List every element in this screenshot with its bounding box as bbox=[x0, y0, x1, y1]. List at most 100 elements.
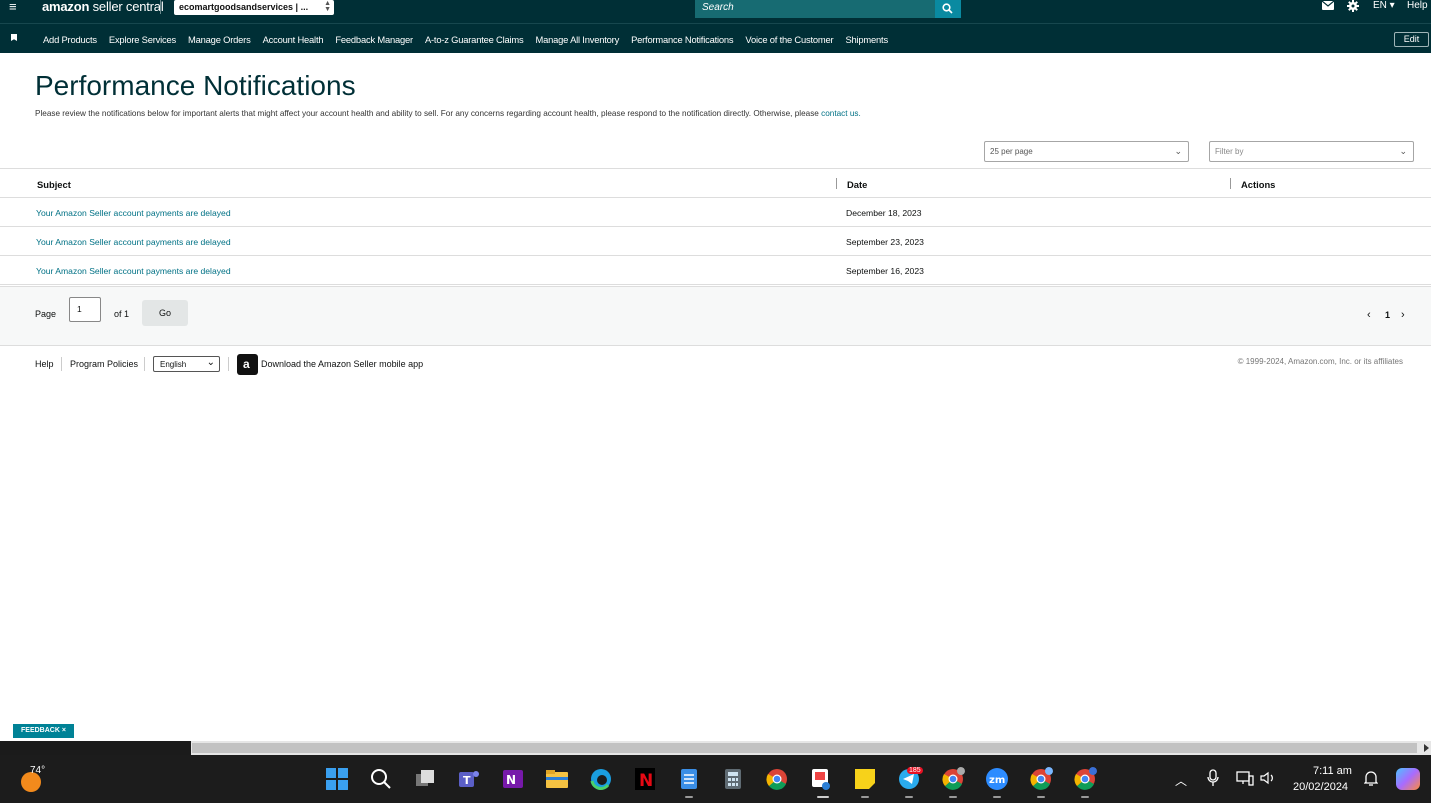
running-indicator bbox=[1081, 796, 1089, 798]
column-divider bbox=[1230, 178, 1231, 189]
amazon-app-icon[interactable] bbox=[237, 354, 258, 375]
chrome-profile-icon[interactable] bbox=[1029, 767, 1053, 791]
notification-date: September 16, 2023 bbox=[846, 266, 924, 276]
clock-time[interactable]: 7:11 am bbox=[1313, 765, 1352, 777]
nav-feedback-manager[interactable]: Feedback Manager bbox=[335, 34, 413, 45]
weather-temperature[interactable]: 74° bbox=[30, 765, 45, 776]
running-indicator bbox=[949, 796, 957, 798]
clock-date[interactable]: 20/02/2024 bbox=[1293, 781, 1348, 793]
nav-account-health[interactable]: Account Health bbox=[263, 34, 324, 45]
updown-arrows-icon: ▲ ▼ bbox=[324, 0, 331, 13]
filter-select[interactable]: Filter by ⌄ bbox=[1209, 141, 1414, 162]
chrome-icon[interactable] bbox=[765, 767, 789, 791]
edge-browser-icon[interactable] bbox=[589, 767, 613, 791]
settings-gear-icon[interactable] bbox=[1347, 0, 1359, 12]
nav-explore-services[interactable]: Explore Services bbox=[109, 34, 176, 45]
telegram-unread-badge: 185 bbox=[907, 767, 923, 774]
active-indicator bbox=[817, 796, 829, 798]
current-page-number[interactable]: 1 bbox=[1385, 310, 1390, 320]
table-row: Your Amazon Seller account payments are … bbox=[0, 227, 1431, 256]
chevron-left-icon[interactable]: ‹ bbox=[1367, 309, 1371, 321]
nav-performance-notifications[interactable]: Performance Notifications bbox=[631, 34, 734, 45]
chevron-down-icon: ⌄ bbox=[1174, 146, 1182, 156]
amazon-seller-central-logo[interactable]: amazon seller central bbox=[42, 0, 164, 14]
scrollbar-thumb[interactable] bbox=[192, 743, 1417, 753]
chrome-profile-icon[interactable] bbox=[1073, 767, 1097, 791]
mail-icon[interactable] bbox=[1322, 1, 1334, 11]
header-divider bbox=[160, 0, 161, 14]
hamburger-menu-icon[interactable]: ≡ bbox=[9, 0, 21, 13]
footer-language-select[interactable]: English ⌄ bbox=[153, 356, 220, 372]
column-subject[interactable]: Subject bbox=[37, 179, 71, 190]
footer-help-link[interactable]: Help bbox=[35, 359, 54, 369]
scroll-right-arrow-icon[interactable] bbox=[1424, 744, 1429, 752]
running-indicator bbox=[993, 796, 1001, 798]
notification-bell-icon[interactable] bbox=[1364, 770, 1378, 786]
column-divider bbox=[836, 178, 837, 189]
svg-text:N: N bbox=[639, 771, 653, 791]
teams-icon[interactable]: T bbox=[457, 767, 481, 791]
copyright: © 1999-2024, Amazon.com, Inc. or its aff… bbox=[1237, 357, 1403, 366]
scrollbar-track-left bbox=[0, 741, 191, 755]
go-button[interactable]: Go bbox=[142, 300, 188, 326]
edit-nav-button[interactable]: Edit bbox=[1394, 32, 1429, 47]
column-actions: Actions bbox=[1241, 179, 1276, 190]
nav-voice-of-customer[interactable]: Voice of the Customer bbox=[745, 34, 833, 45]
copilot-icon[interactable] bbox=[1396, 768, 1420, 790]
task-view-icon[interactable] bbox=[413, 767, 437, 791]
windows-start-icon[interactable] bbox=[325, 767, 349, 791]
microphone-icon[interactable] bbox=[1207, 769, 1219, 787]
program-policies-link[interactable]: Program Policies bbox=[70, 359, 138, 369]
contact-us-link[interactable]: contact us. bbox=[821, 109, 861, 118]
page-count-label: of 1 bbox=[114, 309, 130, 319]
notification-subject-link[interactable]: Your Amazon Seller account payments are … bbox=[36, 266, 231, 276]
nav-manage-orders[interactable]: Manage Orders bbox=[188, 34, 251, 45]
search-icon[interactable] bbox=[369, 767, 393, 791]
notification-subject-link[interactable]: Your Amazon Seller account payments are … bbox=[36, 208, 231, 218]
network-icon[interactable] bbox=[1236, 770, 1254, 786]
calculator-icon[interactable] bbox=[721, 767, 745, 791]
horizontal-scrollbar[interactable] bbox=[0, 741, 1431, 755]
download-app-link[interactable]: Download the Amazon Seller mobile app bbox=[261, 359, 423, 369]
page-number-input[interactable]: 1 bbox=[69, 297, 101, 322]
chrome-profile-icon[interactable] bbox=[941, 767, 965, 791]
help-link[interactable]: Help bbox=[1407, 0, 1428, 11]
search-icon bbox=[942, 3, 953, 14]
notification-subject-link[interactable]: Your Amazon Seller account payments are … bbox=[36, 237, 231, 247]
zoom-icon[interactable]: zm bbox=[985, 767, 1009, 791]
file-explorer-icon[interactable] bbox=[545, 767, 569, 791]
onenote-icon[interactable]: N bbox=[501, 767, 525, 791]
chevron-up-icon[interactable]: ︿ bbox=[1175, 772, 1187, 789]
svg-text:N: N bbox=[506, 773, 516, 787]
language-selector[interactable]: EN ▾ bbox=[1373, 0, 1395, 11]
search-button[interactable] bbox=[935, 0, 961, 18]
pagination-bar: Page 1 of 1 Go ‹ 1 › bbox=[0, 286, 1431, 346]
nav-manage-all-inventory[interactable]: Manage All Inventory bbox=[536, 34, 620, 45]
per-page-select[interactable]: 25 per page ⌄ bbox=[984, 141, 1189, 162]
nav-shipments[interactable]: Shipments bbox=[845, 34, 888, 45]
notepad-icon[interactable] bbox=[677, 767, 701, 791]
chevron-right-icon[interactable]: › bbox=[1401, 309, 1405, 321]
running-indicator bbox=[685, 796, 693, 798]
account-selector[interactable]: ecomartgoodsandservices | ... ▲ ▼ bbox=[174, 0, 334, 15]
volume-icon[interactable] bbox=[1260, 770, 1276, 786]
nav-a-to-z-claims[interactable]: A-to-z Guarantee Claims bbox=[425, 34, 524, 45]
nav-add-products[interactable]: Add Products bbox=[43, 34, 97, 45]
feedback-button[interactable]: FEEDBACK × bbox=[13, 724, 74, 738]
footer-divider bbox=[228, 357, 229, 371]
bookmark-icon[interactable] bbox=[11, 34, 17, 41]
sticky-notes-icon[interactable] bbox=[853, 767, 877, 791]
table-row: Your Amazon Seller account payments are … bbox=[0, 198, 1431, 227]
footer-divider bbox=[144, 357, 145, 371]
netflix-icon[interactable]: N bbox=[633, 767, 657, 791]
chevron-down-icon: ⌄ bbox=[1399, 146, 1407, 156]
page-footer: Help Program Policies English⌄ Download … bbox=[0, 350, 1431, 380]
search-input[interactable]: Search bbox=[695, 0, 935, 18]
navigation-bar: Add Products Explore Services Manage Ord… bbox=[0, 23, 1431, 53]
top-header: ≡ amazon seller central ecomartgoodsands… bbox=[0, 0, 1431, 23]
page-description: Please review the notifications below fo… bbox=[35, 109, 861, 118]
column-date[interactable]: Date bbox=[847, 179, 867, 190]
windows-taskbar: 74° T N N 185 zm ︿ 7:11 am 20/02/2024 bbox=[0, 755, 1431, 803]
page-title: Performance Notifications bbox=[35, 70, 356, 101]
snipping-tool-icon[interactable] bbox=[809, 767, 833, 791]
